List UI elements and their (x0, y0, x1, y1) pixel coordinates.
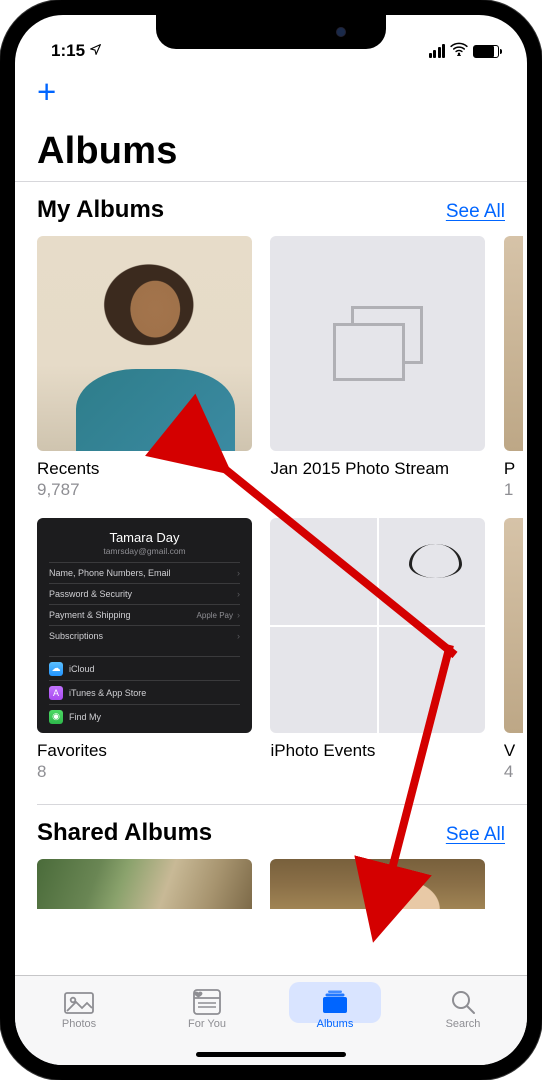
tab-for-you[interactable]: For You (143, 976, 271, 1043)
album-name: V (504, 733, 523, 761)
shared-album-item[interactable] (37, 859, 252, 909)
home-indicator[interactable] (196, 1052, 346, 1057)
settings-profile-name: Tamara Day (49, 528, 240, 546)
album-recents[interactable]: Recents 9,787 (37, 236, 252, 500)
album-name: P (504, 451, 523, 479)
photo-stack-icon (333, 306, 423, 381)
itunes-icon: A (49, 686, 63, 700)
album-name: Recents (37, 451, 252, 479)
findmy-icon: ◉ (49, 710, 63, 724)
device-frame: 1:15 + Albums My Albums S (0, 0, 542, 1080)
album-thumbnail (504, 518, 523, 733)
shared-albums-heading: Shared Albums (37, 819, 212, 847)
photos-icon (64, 989, 94, 1015)
shared-albums-row[interactable] (15, 859, 527, 909)
my-albums-row-1[interactable]: Recents 9,787 Jan 2015 Photo Stream P 1 (15, 236, 527, 500)
album-count: 9,787 (37, 479, 252, 500)
album-count: 1 (504, 479, 523, 500)
cellular-signal-icon (429, 44, 446, 58)
shared-albums-see-all[interactable]: See All (446, 824, 505, 846)
album-count (270, 761, 485, 762)
settings-profile-email: tamrsday@gmail.com (49, 546, 240, 562)
wifi-icon (450, 41, 468, 61)
tab-label: Albums (317, 1018, 354, 1030)
battery-icon (473, 45, 499, 58)
album-photo-stream[interactable]: Jan 2015 Photo Stream (270, 236, 485, 480)
for-you-icon (192, 989, 222, 1015)
album-thumbnail: Tamara Day tamrsday@gmail.com Name, Phon… (37, 518, 252, 733)
albums-icon (320, 989, 350, 1015)
album-thumbnail (270, 518, 485, 733)
tab-albums[interactable]: Albums (271, 976, 399, 1043)
album-name: Jan 2015 Photo Stream (270, 451, 485, 479)
album-thumbnail (504, 236, 523, 451)
album-iphoto-events[interactable]: iPhoto Events (270, 518, 485, 762)
my-albums-heading: My Albums (37, 196, 164, 224)
album-name: iPhoto Events (270, 733, 485, 761)
album-count (270, 479, 485, 480)
album-count: 8 (37, 761, 252, 782)
album-count: 4 (504, 761, 523, 782)
add-button[interactable]: + (37, 73, 56, 110)
album-partial[interactable]: V 4 (504, 518, 523, 782)
screen: 1:15 + Albums My Albums S (15, 15, 527, 1065)
album-thumbnail (37, 236, 252, 451)
notch (156, 15, 386, 49)
icloud-icon: ☁ (49, 662, 63, 676)
status-time: 1:15 (51, 41, 85, 61)
page-title: Albums (15, 108, 527, 181)
album-name: Favorites (37, 733, 252, 761)
album-favorites[interactable]: Tamara Day tamrsday@gmail.com Name, Phon… (37, 518, 252, 782)
tab-label: Search (446, 1018, 481, 1030)
location-services-icon (89, 43, 102, 59)
search-icon (448, 989, 478, 1015)
shared-album-item[interactable] (270, 859, 485, 909)
tab-label: Photos (62, 1018, 96, 1030)
tab-photos[interactable]: Photos (15, 976, 143, 1043)
tab-label: For You (188, 1018, 226, 1030)
tab-search[interactable]: Search (399, 976, 527, 1043)
album-partial[interactable]: P 1 (504, 236, 523, 500)
my-albums-row-2[interactable]: Tamara Day tamrsday@gmail.com Name, Phon… (15, 518, 527, 782)
album-thumbnail (270, 236, 485, 451)
my-albums-see-all[interactable]: See All (446, 201, 505, 223)
